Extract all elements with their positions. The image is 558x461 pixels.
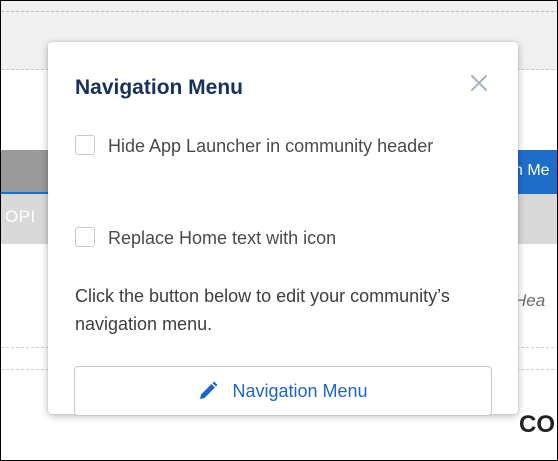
navigation-menu-button-label: Navigation Menu [232,380,368,401]
background-subnav-label[interactable]: OPI [5,207,36,227]
popover-description: Click the button below to edit your comm… [75,286,450,334]
hide-app-launcher-checkbox[interactable] [75,135,95,155]
background-placeholder-text: Hea [514,291,546,310]
option-replace-home-text: Replace Home text with icon [75,224,336,252]
close-icon[interactable] [466,70,492,96]
background-heading: CO [519,411,555,438]
popover-title: Navigation Menu [75,76,244,99]
hide-app-launcher-label: Hide App Launcher in community header [108,136,434,156]
close-icon-glyph [471,75,487,91]
navigation-menu-popover: Navigation Menu Hide App Launcher in com… [48,42,518,416]
dashed-divider [1,11,557,12]
replace-home-text-label: Replace Home text with icon [108,228,337,248]
option-hide-app-launcher: Hide App Launcher in community header [75,132,475,160]
pencil-icon [200,381,218,399]
replace-home-text-checkbox[interactable] [75,227,95,247]
page-frame: n Me OPI Hea CO Navigation Menu Hide App… [0,0,558,461]
navigation-menu-button[interactable]: Navigation Menu [74,366,492,416]
